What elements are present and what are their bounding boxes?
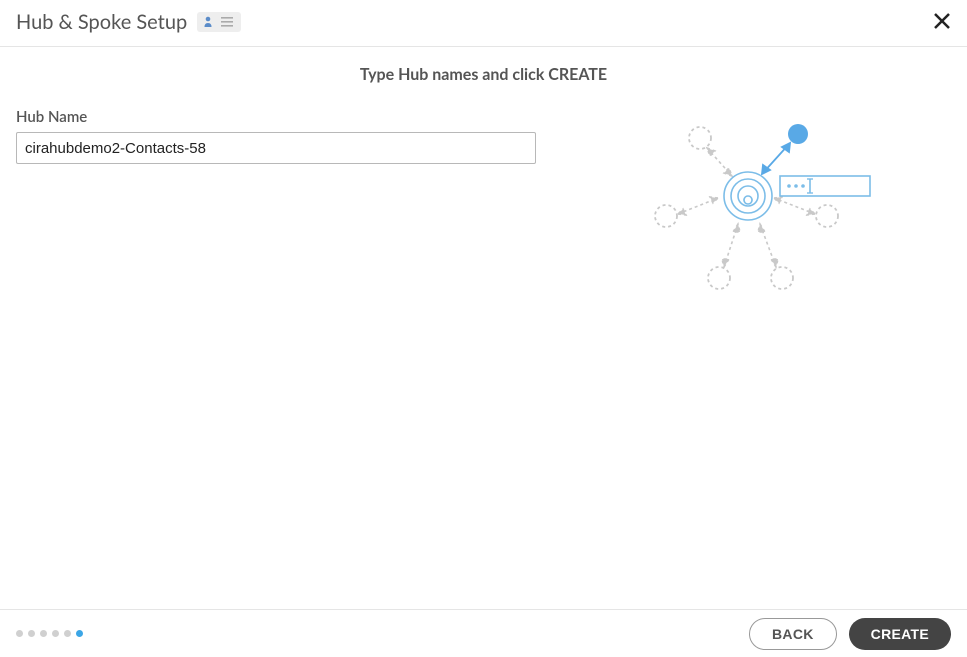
header-left: Hub & Spoke Setup [16, 10, 241, 34]
diagram-column [576, 108, 951, 298]
footer-buttons: BACK CREATE [749, 618, 951, 650]
subtitle: Type Hub names and click CREATE [0, 47, 967, 108]
progress-dot [40, 630, 47, 637]
progress-dot-active [76, 630, 83, 637]
hub-name-label: Hub Name [16, 108, 536, 126]
footer: BACK CREATE [0, 609, 967, 657]
back-button[interactable]: BACK [749, 618, 837, 650]
progress-dot [64, 630, 71, 637]
content: Hub Name [0, 108, 967, 298]
close-icon[interactable] [933, 10, 951, 34]
progress-dot [52, 630, 59, 637]
progress-dot [28, 630, 35, 637]
dialog-header: Hub & Spoke Setup [0, 0, 967, 47]
user-list-icon [197, 12, 241, 32]
dialog-title: Hub & Spoke Setup [16, 10, 187, 34]
hub-spoke-diagram-icon [644, 108, 884, 298]
hub-name-input[interactable] [16, 132, 536, 164]
create-button[interactable]: CREATE [849, 618, 951, 650]
form-column: Hub Name [16, 108, 536, 164]
progress-dots [16, 630, 83, 637]
progress-dot [16, 630, 23, 637]
